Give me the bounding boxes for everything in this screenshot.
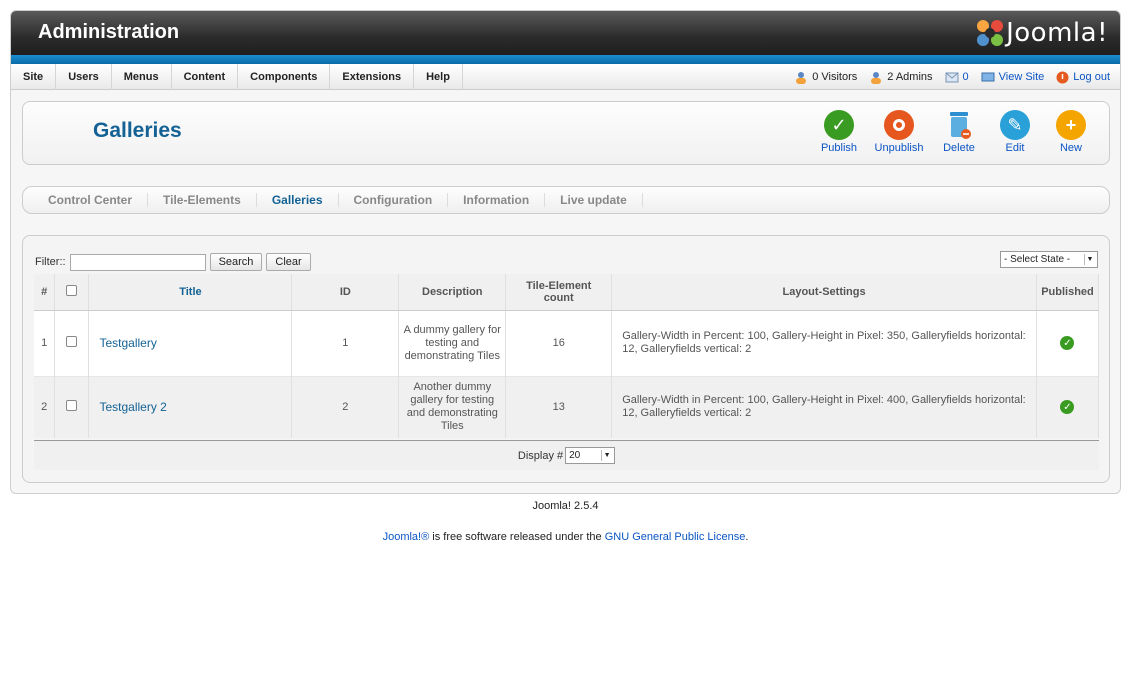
tab-configuration[interactable]: Configuration — [339, 193, 449, 207]
row-checkbox-cell — [54, 375, 90, 438]
tab-control-center[interactable]: Control Center — [33, 193, 148, 207]
pagination-footer: Display # 20 ▼ — [34, 440, 1099, 470]
row-layout: Gallery-Width in Percent: 100, Gallery-H… — [611, 375, 1037, 438]
pencil-icon: ✎ — [1000, 110, 1030, 140]
display-limit-select[interactable]: 20 ▼ — [565, 447, 616, 464]
col-id: ID — [291, 274, 400, 311]
admins-status: 2 Admins — [869, 71, 933, 84]
row-description: A dummy gallery for testing and demonstr… — [398, 310, 507, 376]
joomla-logo: Joomla! — [974, 17, 1108, 49]
menu-content[interactable]: Content — [172, 64, 239, 90]
new-button[interactable]: + New — [1043, 110, 1099, 154]
row-checkbox[interactable] — [66, 336, 78, 347]
row-checkbox[interactable] — [66, 400, 78, 412]
sub-navigation: Control Center Tile-Elements Galleries C… — [22, 186, 1110, 214]
table-row: 2 Testgallery 2 2 Another dummy gallery … — [34, 375, 1100, 438]
tab-information[interactable]: Information — [448, 193, 546, 207]
unpublish-button[interactable]: Unpublish — [867, 110, 931, 154]
mail-icon — [945, 72, 959, 83]
messages-status[interactable]: 0 — [945, 71, 969, 83]
filter-input[interactable] — [69, 253, 206, 271]
search-button[interactable]: Search — [209, 253, 263, 271]
row-id: 2 — [291, 375, 400, 438]
gallery-list: Filter:: Search Clear - Select State - ▼… — [22, 235, 1110, 483]
row-count: 16 — [505, 310, 613, 376]
col-layout: Layout-Settings — [611, 274, 1037, 311]
row-title-link[interactable]: Testgallery 2 — [88, 375, 293, 438]
plus-icon: + — [1056, 110, 1086, 140]
visitors-status: 0 Visitors — [794, 71, 857, 84]
col-description: Description — [398, 274, 507, 311]
table-row: 1 Testgallery 1 A dummy gallery for test… — [34, 310, 1100, 376]
status-bar: 0 Visitors 2 Admins 0 View Site Log out — [794, 64, 1110, 90]
menu-site[interactable]: Site — [11, 64, 57, 90]
clear-button[interactable]: Clear — [266, 253, 311, 271]
toolbar-box: Galleries ✓ Publish Unpublish Delete ✎ E… — [22, 101, 1110, 165]
tab-live-update[interactable]: Live update — [545, 193, 643, 207]
admin-title: Administration — [38, 21, 180, 43]
admin-window: Administration Joomla! Site Users Menus … — [10, 10, 1121, 494]
published-check-icon[interactable]: ✓ — [1060, 336, 1075, 350]
menu-help[interactable]: Help — [414, 64, 463, 90]
col-num: # — [34, 274, 56, 311]
menu-components[interactable]: Components — [238, 64, 331, 90]
version-text: Joomla! 2.5.4 — [532, 500, 599, 512]
tab-tile-elements[interactable]: Tile-Elements — [148, 193, 257, 207]
tab-galleries[interactable]: Galleries — [257, 193, 339, 207]
admins-icon — [871, 71, 882, 84]
check-all-checkbox[interactable] — [66, 284, 78, 296]
state-select[interactable]: - Select State - ▼ — [1000, 251, 1098, 268]
row-title-link[interactable]: Testgallery — [88, 310, 293, 376]
menu-extensions[interactable]: Extensions — [330, 64, 415, 90]
menu-users[interactable]: Users — [56, 64, 112, 90]
view-site-link[interactable]: View Site — [981, 71, 1044, 83]
filter-label: Filter:: — [35, 256, 66, 268]
row-checkbox-cell — [54, 310, 90, 376]
table-header-row: # Title ID Description Tile-Element coun… — [34, 274, 1100, 311]
row-num: 2 — [34, 375, 56, 438]
screen-icon — [981, 72, 995, 81]
chevron-down-icon: ▼ — [1084, 254, 1095, 265]
license-link[interactable]: GNU General Public License — [605, 531, 746, 543]
joomla-link[interactable]: Joomla!® — [383, 531, 430, 543]
publish-button[interactable]: ✓ Publish — [811, 110, 867, 154]
col-checkall — [54, 274, 90, 311]
page-title: Galleries — [93, 119, 182, 142]
license-line: Joomla!® is free software released under… — [382, 531, 749, 543]
delete-button[interactable]: Delete — [931, 110, 987, 154]
blue-bar — [11, 55, 1120, 64]
menubar: Site Users Menus Content Components Exte… — [11, 64, 1120, 90]
users-icon — [796, 71, 807, 84]
trash-icon — [944, 110, 974, 140]
row-num: 1 — [34, 310, 56, 376]
col-count: Tile-Element count — [505, 274, 613, 311]
menu-menus[interactable]: Menus — [112, 64, 172, 90]
joomla-logo-icon — [977, 20, 1004, 46]
row-layout: Gallery-Width in Percent: 100, Gallery-H… — [611, 310, 1037, 376]
unpublish-icon — [884, 110, 914, 140]
row-count: 13 — [505, 375, 613, 438]
galleries-table: # Title ID Description Tile-Element coun… — [34, 274, 1100, 438]
edit-button[interactable]: ✎ Edit — [987, 110, 1043, 154]
row-description: Another dummy gallery for testing and de… — [398, 375, 507, 438]
logout-link[interactable]: Log out — [1056, 71, 1110, 84]
toolbar: ✓ Publish Unpublish Delete ✎ Edit + New — [811, 110, 1099, 154]
chevron-down-icon: ▼ — [601, 450, 612, 461]
row-id: 1 — [291, 310, 400, 376]
logout-icon — [1056, 71, 1069, 83]
filter-bar: Filter:: Search Clear — [35, 253, 311, 271]
header: Administration Joomla! — [11, 11, 1120, 55]
display-label: Display # — [517, 449, 564, 462]
logo-text: Joomla! — [1006, 18, 1108, 48]
published-check-icon[interactable]: ✓ — [1060, 400, 1075, 415]
row-published: ✓ — [1036, 310, 1100, 376]
col-title[interactable]: Title — [88, 274, 293, 311]
row-published: ✓ — [1036, 375, 1100, 438]
col-published: Published — [1036, 274, 1100, 311]
check-icon: ✓ — [824, 110, 854, 140]
